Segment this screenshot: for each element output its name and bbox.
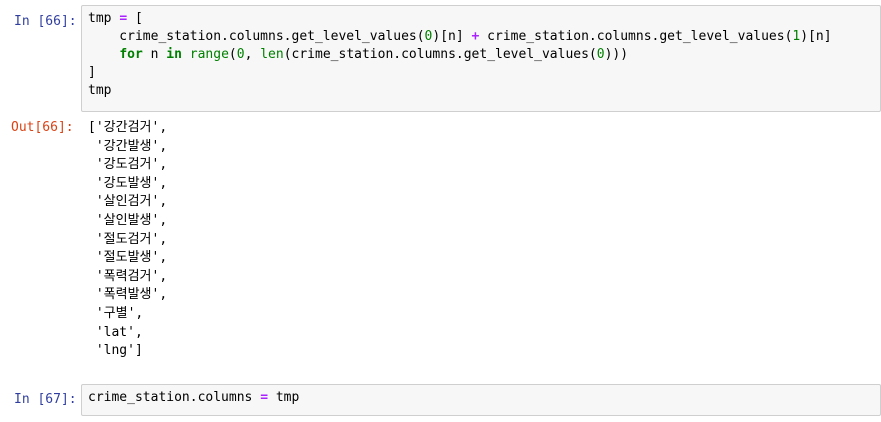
cell-output: ['강간검거', '강간발생', '강도검거', '강도발생', '살인검거',… xyxy=(88,119,167,361)
code-line: tmp xyxy=(88,82,832,100)
code-token: ( xyxy=(228,47,237,62)
code-token: range xyxy=(189,47,229,62)
code-token: (crime_station.columns.get_level_values( xyxy=(283,47,597,62)
output-line: '구별', xyxy=(88,305,144,321)
output-line: '강도발생', xyxy=(88,175,168,191)
code-token: for xyxy=(119,47,143,62)
code-line: for n in range(0, len(crime_station.colu… xyxy=(88,46,832,64)
output-line: '절도검거', xyxy=(88,231,168,247)
output-prompt-66: Out[66]: xyxy=(11,120,74,135)
code-token: [ xyxy=(127,11,143,26)
code-editor[interactable]: tmp = [ crime_station.columns.get_level_… xyxy=(88,10,832,100)
code-token: crime_station.columns.get_level_values( xyxy=(88,29,425,44)
code-line: tmp = [ xyxy=(88,10,832,28)
code-token: ))) xyxy=(604,47,629,62)
code-token: in xyxy=(166,47,182,62)
code-token: ] xyxy=(88,65,96,80)
output-line: '폭력검거', xyxy=(88,268,168,284)
code-line: crime_station.columns = tmp xyxy=(88,389,299,407)
output-line: 'lat', xyxy=(88,324,143,340)
code-token: len xyxy=(260,47,284,62)
code-line: ] xyxy=(88,64,832,82)
code-line: crime_station.columns.get_level_values(0… xyxy=(88,28,832,46)
code-token: = xyxy=(119,11,128,26)
input-prompt-66: In [66]: xyxy=(14,14,77,29)
code-token: = xyxy=(260,390,269,405)
code-token: tmp xyxy=(88,11,120,26)
code-token: crime_station.columns xyxy=(88,390,261,405)
output-line: '살인발생', xyxy=(88,212,168,228)
output-line: '강간발생', xyxy=(88,138,168,154)
code-token: crime_station.columns.get_level_values( xyxy=(479,29,793,44)
code-token: tmp xyxy=(88,83,112,98)
code-input-cell-66[interactable]: tmp = [ crime_station.columns.get_level_… xyxy=(81,5,881,112)
code-token: tmp xyxy=(268,390,300,405)
code-input-cell-67[interactable]: crime_station.columns = tmp xyxy=(81,384,881,416)
input-prompt-67: In [67]: xyxy=(14,392,77,407)
output-line: 'lng'] xyxy=(88,343,143,359)
code-token: n xyxy=(142,47,167,62)
code-token: )[n] xyxy=(432,29,472,44)
output-line: '강도검거', xyxy=(88,157,168,173)
output-line: '절도발생', xyxy=(88,250,168,266)
code-token: 0 xyxy=(596,47,605,62)
code-token: )[n] xyxy=(800,29,832,44)
code-token: 0 xyxy=(236,47,245,62)
output-line: '폭력발생', xyxy=(88,287,168,303)
output-line: '살인검거', xyxy=(88,194,168,210)
code-editor[interactable]: crime_station.columns = tmp xyxy=(88,389,299,407)
code-token: , xyxy=(244,47,261,62)
output-line: ['강간검거', xyxy=(88,120,168,135)
